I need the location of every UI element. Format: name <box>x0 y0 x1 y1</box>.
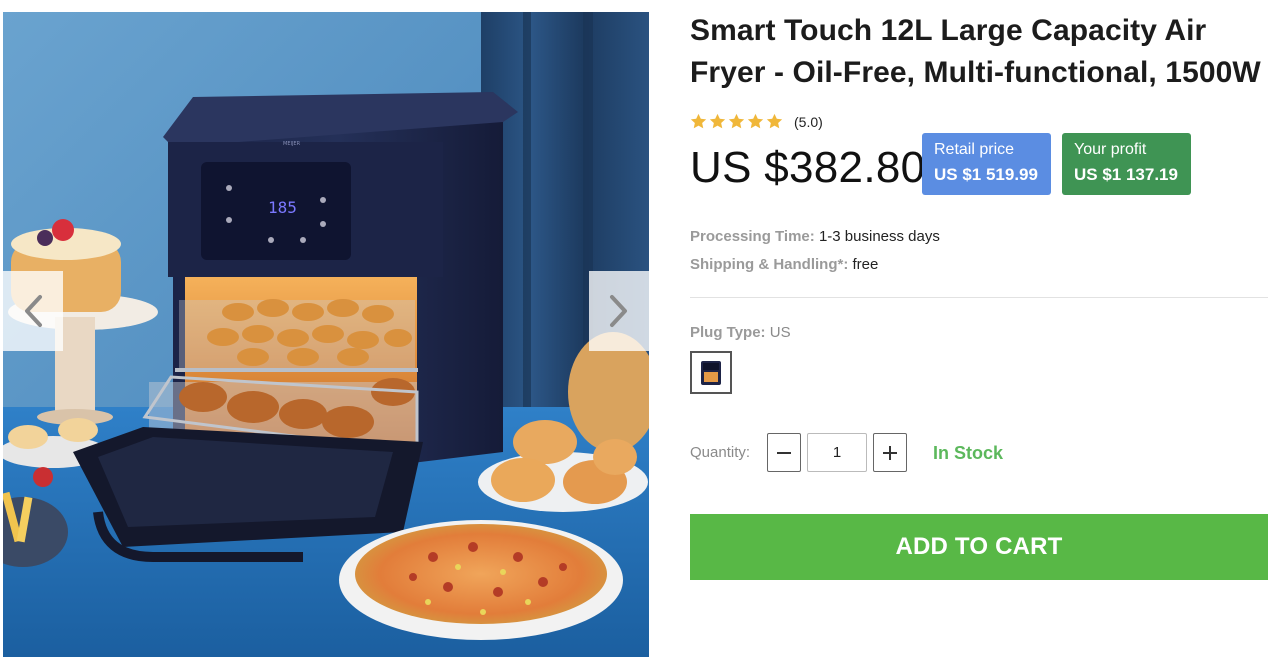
quantity-input[interactable] <box>807 433 867 472</box>
plus-icon <box>883 445 897 460</box>
shipping-label: Shipping & Handling*: <box>690 256 849 273</box>
retail-price-badge: Retail price US $1 519.99 <box>922 133 1051 195</box>
star-icon <box>747 113 764 129</box>
star-icon <box>728 113 745 129</box>
plug-type-label: Plug Type: <box>690 324 766 341</box>
quantity-decrease-button[interactable] <box>767 433 801 472</box>
brand-mark: MEIJER <box>283 141 301 147</box>
product-price: US $382.80 <box>690 143 926 192</box>
rating-stars <box>690 113 783 130</box>
product-image-gallery: 185 MEIJER <box>3 12 649 657</box>
profit-value: US $1 137.19 <box>1074 165 1178 184</box>
chevron-right-icon <box>610 295 627 327</box>
quantity-label: Quantity: <box>690 444 751 461</box>
processing-time-label: Processing Time: <box>690 228 815 245</box>
shipping-value: free <box>852 256 879 273</box>
gallery-prev-button[interactable] <box>3 271 63 351</box>
chevron-left-icon <box>25 295 42 327</box>
display-reading: 185 <box>268 198 297 217</box>
product-rating: (5.0) <box>690 113 823 130</box>
quantity-increase-button[interactable] <box>873 433 907 472</box>
plug-type-option-us[interactable] <box>690 351 732 394</box>
star-icon <box>709 113 726 129</box>
minus-icon <box>777 451 791 454</box>
retail-price-label: Retail price <box>934 141 1015 158</box>
gallery-next-button[interactable] <box>589 271 649 351</box>
retail-price-value: US $1 519.99 <box>934 165 1038 184</box>
divider <box>690 297 1268 298</box>
profit-badge: Your profit US $1 137.19 <box>1062 133 1191 195</box>
plug-type: Plug Type: US <box>690 324 791 341</box>
processing-time-value: 1-3 business days <box>818 228 940 245</box>
air-fryer-product-photo: 185 MEIJER <box>3 12 649 657</box>
processing-time: Processing Time: 1-3 business days <box>690 228 940 245</box>
star-icon <box>690 113 707 129</box>
star-icon <box>766 113 783 129</box>
shipping-handling: Shipping & Handling*: free <box>690 256 878 273</box>
rating-value: (5.0) <box>794 113 823 130</box>
plug-type-value: US <box>769 324 791 341</box>
product-title: Smart Touch 12L Large Capacity Air Fryer… <box>690 14 1261 89</box>
add-to-cart-button[interactable]: ADD TO CART <box>690 514 1268 580</box>
stock-status: In Stock <box>933 443 1004 463</box>
profit-label: Your profit <box>1074 141 1147 158</box>
air-fryer-thumbnail-icon <box>701 360 721 385</box>
